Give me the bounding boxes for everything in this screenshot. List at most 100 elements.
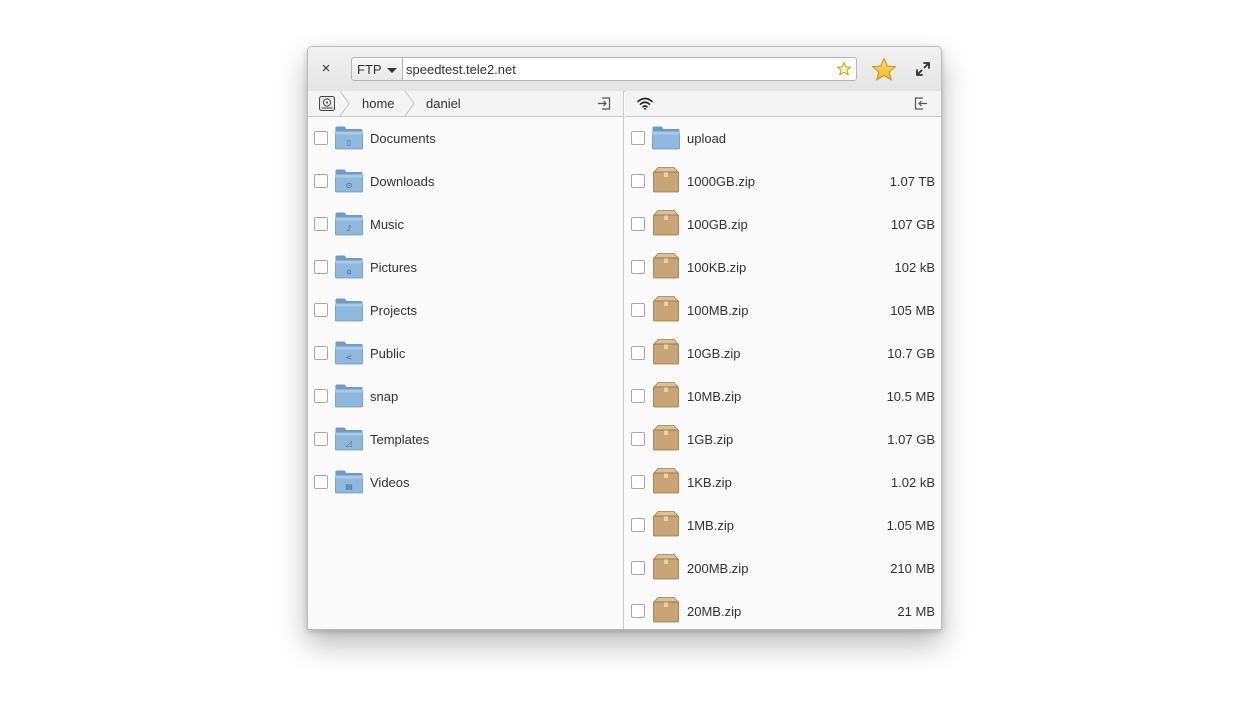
archive-package-icon [653, 210, 679, 236]
archive-package-icon [653, 554, 679, 580]
file-row-100kb.zip[interactable]: 100KB.zip 102 kB [625, 246, 941, 289]
select-checkbox[interactable] [631, 131, 645, 145]
fullscreen-icon[interactable] [915, 61, 931, 77]
file-size: 10.5 MB [886, 389, 935, 404]
local-file-list: ▯ Documents ⊙ Downloads ♪ Music ⌂ Pictur… [308, 117, 623, 629]
archive-package-icon [653, 296, 679, 322]
network-wifi-icon[interactable] [637, 97, 653, 110]
file-row-100mb.zip[interactable]: 100MB.zip 105 MB [625, 289, 941, 332]
file-row-pictures[interactable]: ⌂ Pictures [308, 246, 623, 289]
close-button[interactable]: × [316, 59, 336, 79]
open-in-other-pane-icon[interactable] [597, 97, 611, 110]
file-name: 100KB.zip [687, 260, 747, 275]
address-input[interactable] [406, 60, 826, 78]
folder-icon: < [335, 341, 363, 365]
file-name: Downloads [370, 174, 435, 189]
file-size: 1.02 kB [890, 475, 935, 490]
file-name: 1KB.zip [687, 475, 732, 490]
file-size: 107 GB [890, 217, 935, 232]
select-checkbox[interactable] [631, 174, 645, 188]
select-checkbox[interactable] [631, 432, 645, 446]
svg-text:♪: ♪ [346, 224, 351, 233]
select-checkbox[interactable] [631, 475, 645, 489]
file-name: Public [370, 346, 406, 361]
archive-package-icon [653, 468, 679, 494]
file-name: Projects [370, 303, 417, 318]
select-checkbox[interactable] [314, 217, 328, 231]
file-row-10mb.zip[interactable]: 10MB.zip 10.5 MB [625, 375, 941, 418]
select-checkbox[interactable] [631, 518, 645, 532]
svg-text:⌂: ⌂ [346, 267, 351, 276]
archive-package-icon [653, 253, 679, 279]
folder-icon [335, 384, 363, 408]
select-checkbox[interactable] [314, 432, 328, 446]
file-row-public[interactable]: < Public [308, 332, 623, 375]
file-size: 21 MB [897, 604, 935, 619]
file-row-downloads[interactable]: ⊙ Downloads [308, 160, 623, 203]
file-name: 100GB.zip [687, 217, 748, 232]
file-row-videos[interactable]: ▤ Videos [308, 461, 623, 504]
file-row-documents[interactable]: ▯ Documents [308, 117, 623, 160]
file-row-upload[interactable]: upload [625, 117, 941, 160]
file-row-100gb.zip[interactable]: 100GB.zip 107 GB [625, 203, 941, 246]
file-row-200mb.zip[interactable]: 200MB.zip 210 MB [625, 547, 941, 590]
file-row-10gb.zip[interactable]: 10GB.zip 10.7 GB [625, 332, 941, 375]
file-row-1kb.zip[interactable]: 1KB.zip 1.02 kB [625, 461, 941, 504]
address-bar[interactable] [403, 57, 857, 81]
file-name: Music [370, 217, 404, 232]
select-checkbox[interactable] [314, 475, 328, 489]
folder-icon: ♪ [335, 212, 363, 236]
select-checkbox[interactable] [314, 260, 328, 274]
file-row-1mb.zip[interactable]: 1MB.zip 1.05 MB [625, 504, 941, 547]
open-in-other-pane-icon[interactable] [914, 97, 928, 110]
archive-package-icon [653, 597, 679, 623]
file-name: snap [370, 389, 399, 404]
bookmarks-star-icon[interactable] [871, 57, 897, 83]
file-name: 100MB.zip [687, 303, 749, 318]
file-row-snap[interactable]: snap [308, 375, 623, 418]
folder-icon: ⌂ [335, 255, 363, 279]
select-checkbox[interactable] [631, 604, 645, 618]
file-row-projects[interactable]: Projects [308, 289, 623, 332]
file-row-music[interactable]: ♪ Music [308, 203, 623, 246]
file-row-1000gb.zip[interactable]: 1000GB.zip 1.07 TB [625, 160, 941, 203]
breadcrumb-home[interactable]: home [362, 91, 395, 116]
file-name: Templates [370, 432, 430, 447]
archive-package-icon [653, 511, 679, 537]
file-name: 20MB.zip [687, 604, 742, 619]
hard-drive-icon[interactable] [319, 96, 335, 111]
select-checkbox[interactable] [631, 561, 645, 575]
breadcrumb-separator [404, 91, 415, 116]
select-checkbox[interactable] [314, 303, 328, 317]
bookmark-star-outline-icon[interactable] [836, 61, 852, 77]
select-checkbox[interactable] [314, 389, 328, 403]
archive-package-icon [653, 382, 679, 408]
select-checkbox[interactable] [314, 346, 328, 360]
select-checkbox[interactable] [314, 174, 328, 188]
protocol-dropdown[interactable]: FTP [351, 57, 403, 81]
breadcrumb-daniel[interactable]: daniel [426, 91, 461, 116]
file-row-20mb.zip[interactable]: 20MB.zip 21 MB [625, 590, 941, 629]
file-name: 1000GB.zip [687, 174, 755, 189]
svg-text:▯: ▯ [347, 138, 351, 147]
select-checkbox[interactable] [314, 131, 328, 145]
file-row-1gb.zip[interactable]: 1GB.zip 1.07 GB [625, 418, 941, 461]
select-checkbox[interactable] [631, 217, 645, 231]
file-manager-window: × FTP speedtest.tele2.net home daniel ▯ … [307, 46, 942, 630]
archive-package-icon [653, 167, 679, 193]
file-name: Videos [370, 475, 410, 490]
select-checkbox[interactable] [631, 260, 645, 274]
file-name: upload [687, 131, 727, 146]
select-checkbox[interactable] [631, 346, 645, 360]
file-row-templates[interactable]: ◿ Templates [308, 418, 623, 461]
select-checkbox[interactable] [631, 389, 645, 403]
folder-icon: ◿ [335, 427, 363, 451]
local-pane: home daniel ▯ Documents ⊙ Downloads ♪ Mu… [308, 91, 624, 629]
folder-icon: ▯ [335, 126, 363, 150]
remote-pathbar [625, 91, 941, 117]
local-pathbar: home daniel [308, 91, 623, 117]
select-checkbox[interactable] [631, 303, 645, 317]
remote-pane: upload 1000GB.zip 1.07 TB 100GB.zip 107 GB… [625, 91, 941, 629]
file-name: 1MB.zip [687, 518, 734, 533]
file-name: 200MB.zip [687, 561, 749, 576]
